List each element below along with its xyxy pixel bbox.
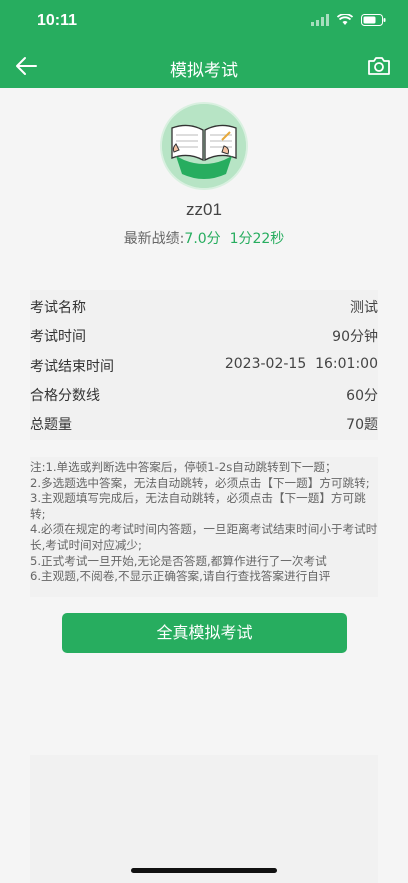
info-row-duration: 考试时间 90分钟 xyxy=(30,322,378,348)
username: zz01 xyxy=(186,200,222,219)
latest-record: 最新战绩:7.0分 1分22秒 xyxy=(0,228,408,248)
page-title: 模拟考试 xyxy=(170,61,238,80)
info-row-end-time: 考试结束时间 2023-02-15 16:01:00 xyxy=(30,352,378,378)
info-value: 90分钟 xyxy=(332,329,378,345)
info-label: 考试结束时间 xyxy=(30,359,114,375)
info-row-pass-score: 合格分数线 60分 xyxy=(30,381,378,407)
note-line: 4.必须在规定的考试时间内答题，一旦距离考试结束时间小于考试时长,考试时间对应减… xyxy=(30,522,378,552)
info-label: 合格分数线 xyxy=(30,388,100,404)
exam-notes: 注:1.单选或判断选中答案后，停顿1-2s自动跳转到下一题； 2.多选题选中答案… xyxy=(30,457,378,597)
reading-avatar xyxy=(162,104,246,188)
battery-icon xyxy=(361,14,386,26)
status-icons xyxy=(311,14,386,26)
status-time: 10:11 xyxy=(37,12,78,29)
note-line: 5.正式考试一旦开始,无论是否答题,都算作进行了一次考试 xyxy=(30,553,327,568)
record-score: 7.0分 xyxy=(184,231,221,247)
status-bar: 10:11 xyxy=(0,0,408,44)
home-indicator xyxy=(131,868,277,873)
avatar xyxy=(160,102,248,190)
info-value: 60分 xyxy=(346,388,378,404)
info-value: 测试 xyxy=(350,300,378,316)
camera-icon[interactable] xyxy=(366,54,392,78)
info-label: 考试名称 xyxy=(30,300,86,316)
info-label: 总题量 xyxy=(30,417,72,433)
nav-bar: 模拟考试 xyxy=(0,44,408,88)
exam-info: 考试名称 测试 考试时间 90分钟 考试结束时间 2023-02-15 16:0… xyxy=(30,290,378,440)
info-row-name: 考试名称 测试 xyxy=(30,293,378,319)
start-mock-exam-button[interactable]: 全真模拟考试 xyxy=(62,613,347,653)
note-line: 6.主观题,不阅卷,不显示正确答案,请自行查找答案进行自评 xyxy=(30,569,331,584)
note-line: 3.主观题填写完成后，无法自动跳转，必须点击【下一题】方可跳转; xyxy=(30,491,366,521)
bottom-panel xyxy=(30,755,378,883)
info-value: 70题 xyxy=(346,417,378,433)
info-row-question-count: 总题量 70题 xyxy=(30,410,378,436)
note-line: 注:1.单选或判断选中答案后，停顿1-2s自动跳转到下一题； xyxy=(30,460,337,474)
signal-icon xyxy=(311,14,329,26)
record-time: 1分22秒 xyxy=(229,231,285,247)
info-label: 考试时间 xyxy=(30,329,86,345)
note-line: 2.多选题选中答案，无法自动跳转，必须点击【下一题】方可跳转; xyxy=(30,475,370,490)
record-label: 最新战绩: xyxy=(123,231,185,247)
info-value: 2023-02-15 16:01:00 xyxy=(224,356,378,372)
wifi-icon xyxy=(337,14,353,25)
profile-section: zz01 最新战绩:7.0分 1分22秒 xyxy=(0,88,408,258)
